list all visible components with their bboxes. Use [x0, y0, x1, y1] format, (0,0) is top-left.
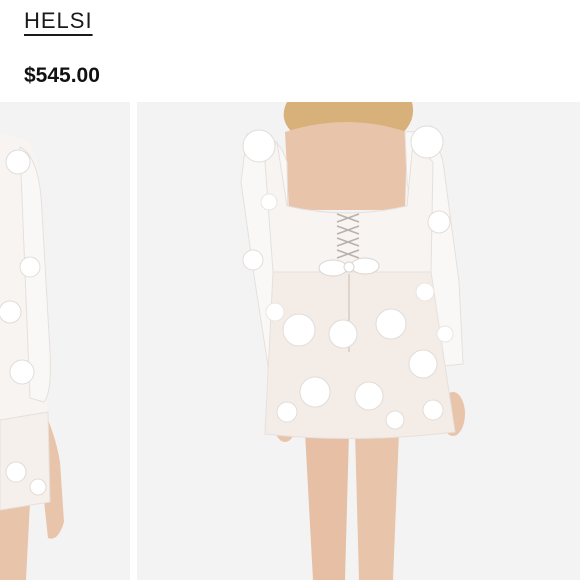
- dress-front-view-image: [0, 102, 130, 580]
- product-image-gallery[interactable]: [0, 102, 580, 580]
- dress-back-view-image: [137, 102, 580, 580]
- product-page: HELSI $545.00: [0, 0, 580, 580]
- current-product-photo[interactable]: [137, 102, 580, 580]
- product-price: $545.00: [24, 64, 100, 87]
- previous-product-photo[interactable]: [0, 102, 130, 580]
- brand-link[interactable]: HELSI: [24, 8, 93, 34]
